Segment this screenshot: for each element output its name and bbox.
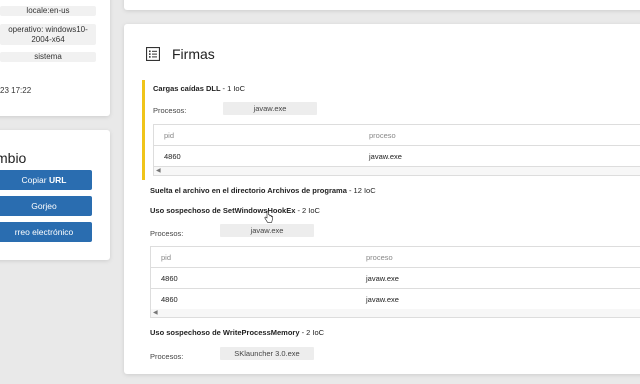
signatures-header: Firmas — [146, 44, 215, 64]
pid-cell: 4860 — [161, 274, 178, 283]
column-process: proceso — [366, 253, 393, 262]
process-tag[interactable]: SKlauncher 3.0.exe — [220, 347, 314, 360]
table-row: 4860 javaw.exe — [151, 289, 640, 310]
ioc-table: pid proceso 4860 javaw.exe ◀ — [153, 124, 640, 176]
signature-title[interactable]: Cargas caídas DLL - 1 IoC — [153, 84, 245, 93]
share-title: mbio — [0, 150, 27, 166]
pid-cell: 4860 — [164, 152, 181, 161]
locale-tag: locale:en-us — [0, 6, 96, 16]
signature-count: - 12 IoC — [348, 186, 376, 195]
process-cell: javaw.exe — [369, 152, 402, 161]
signature-writeprocessmemory: Uso sospechoso de WriteProcessMemory - 2… — [142, 324, 640, 384]
signature-dll-loads: Cargas caídas DLL - 1 IoC Procesos: java… — [142, 80, 640, 180]
email-button[interactable]: rreo electrónico — [0, 222, 92, 242]
signature-count: - 2 IoC — [301, 328, 325, 337]
column-pid: pid — [161, 253, 172, 262]
signature-count: - 2 IoC — [297, 206, 320, 215]
copy-url-button[interactable]: Copiar URL — [0, 170, 92, 190]
scroll-left-icon[interactable]: ◀ — [156, 167, 161, 175]
system-tag: sistema — [0, 52, 96, 62]
process-tag[interactable]: javaw.exe — [220, 224, 314, 237]
scroll-left-icon[interactable]: ◀ — [153, 309, 158, 317]
signature-program-files-drop[interactable]: Suelta el archivo en el directorio Archi… — [150, 186, 376, 195]
column-pid: pid — [164, 131, 175, 140]
signature-name: Suelta el archivo en el directorio Archi… — [150, 186, 347, 195]
signature-title[interactable]: Uso sospechoso de SetWindowsHookEx - 2 I… — [150, 206, 320, 215]
ioc-table: pid proceso 4860 javaw.exe 4860 javaw.ex… — [150, 246, 640, 318]
tweet-label: Gorjeo — [31, 201, 57, 211]
process-label: Procesos: — [153, 106, 187, 115]
email-label: rreo electrónico — [14, 227, 74, 237]
signatures-card: Firmas Cargas caídas DLL - 1 IoC Proceso… — [124, 24, 640, 374]
analysis-timestamp: 23 17:22 — [0, 86, 32, 95]
table-header: pid proceso — [151, 247, 640, 268]
share-card: mbio Copiar URL Gorjeo rreo electrónico — [0, 130, 110, 260]
os-tag: operativo: windows10-2004-x64 — [0, 24, 96, 45]
horizontal-scrollbar[interactable]: ◀ — [154, 167, 640, 175]
process-tag[interactable]: javaw.exe — [223, 102, 317, 115]
copy-url-label: Copiar — [21, 175, 49, 185]
pid-cell: 4860 — [161, 295, 178, 304]
signature-name: Uso sospechoso de WriteProcessMemory — [150, 328, 300, 337]
signature-count: - 1 IoC — [222, 84, 245, 93]
list-icon — [146, 47, 160, 61]
system-info-card: locale:en-us operativo: windows10-2004-x… — [0, 0, 110, 116]
process-cell: javaw.exe — [366, 274, 399, 283]
horizontal-scrollbar[interactable]: ◀ — [151, 309, 640, 317]
table-header: pid proceso — [154, 125, 640, 146]
table-row: 4860 javaw.exe — [151, 268, 640, 289]
mouse-cursor-icon — [264, 210, 273, 223]
process-label: Procesos: — [150, 229, 184, 238]
tweet-button[interactable]: Gorjeo — [0, 196, 92, 216]
signature-setwindowshookex: Uso sospechoso de SetWindowsHookEx - 2 I… — [142, 202, 640, 322]
table-row: 4860 javaw.exe — [154, 146, 640, 167]
signature-title[interactable]: Uso sospechoso de WriteProcessMemory - 2… — [150, 328, 324, 337]
column-process: proceso — [369, 131, 396, 140]
copy-url-label-bold: URL — [48, 175, 67, 185]
top-card — [124, 0, 640, 10]
process-cell: javaw.exe — [366, 295, 399, 304]
signatures-title: Firmas — [172, 46, 215, 62]
signature-name: Cargas caídas DLL — [153, 84, 221, 93]
